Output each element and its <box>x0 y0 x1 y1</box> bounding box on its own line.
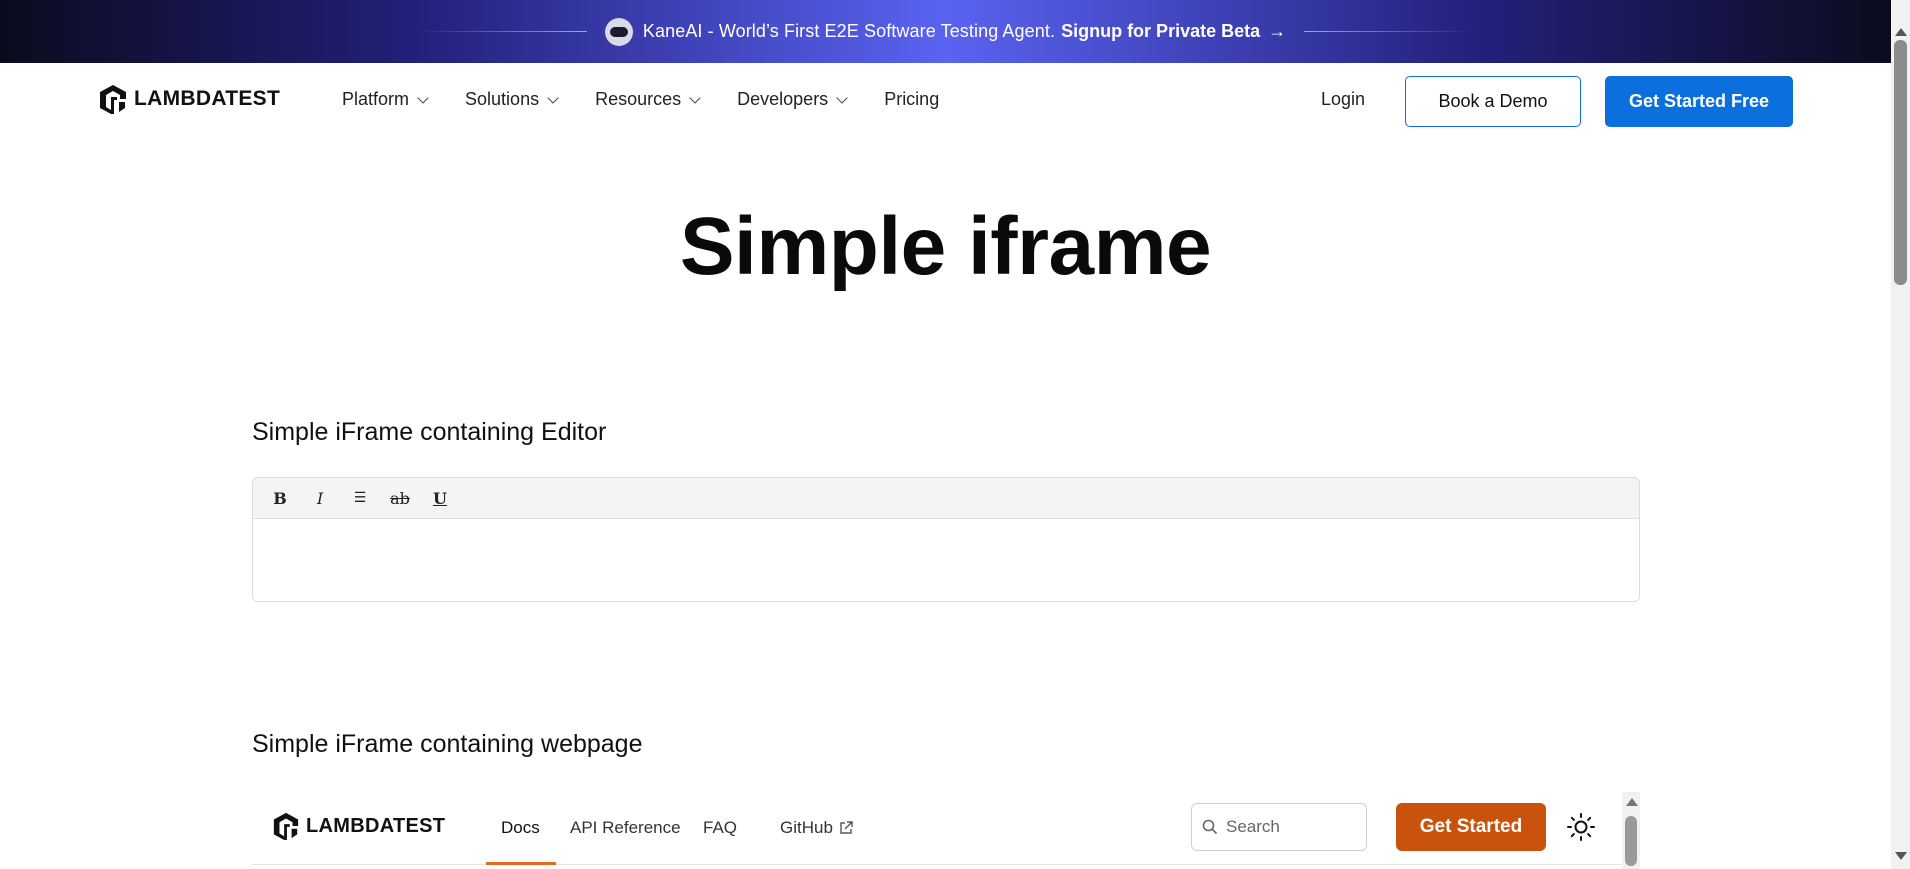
lambdatest-logo[interactable]: LAMBDATEST <box>98 83 280 115</box>
menu-item-developers[interactable]: Developers <box>737 89 848 110</box>
login-link[interactable]: Login <box>1321 89 1365 110</box>
docs-link[interactable]: Docs <box>501 818 540 838</box>
page-scrollbar[interactable] <box>1891 0 1910 869</box>
menu-item-pricing[interactable]: Pricing <box>884 89 939 110</box>
list-button[interactable]: ☰ <box>347 485 373 511</box>
arrow-right-icon: → <box>1268 21 1287 41</box>
menu-item-resources[interactable]: Resources <box>595 89 701 110</box>
menu-item-solutions[interactable]: Solutions <box>465 89 559 110</box>
strikethrough-button[interactable]: ab <box>387 485 413 511</box>
active-tab-indicator <box>486 862 556 865</box>
search-box[interactable]: Search <box>1191 803 1367 851</box>
get-started-button[interactable]: Get Started <box>1396 803 1546 851</box>
banner-signup-link[interactable]: Signup for Private Beta <box>1061 21 1260 42</box>
robot-icon <box>604 17 633 46</box>
logo-text: LAMBDATEST <box>134 87 281 110</box>
external-link-icon <box>840 821 853 834</box>
chevron-down-icon <box>689 91 701 104</box>
underline-button[interactable]: U <box>427 485 453 511</box>
iframe-scrollbar[interactable] <box>1622 792 1640 869</box>
chevron-down-icon <box>836 91 848 104</box>
chevron-down-icon <box>547 91 559 104</box>
chevron-down-icon <box>417 91 429 104</box>
api-reference-link[interactable]: API Reference <box>570 818 681 838</box>
banner-message: KaneAI - World’s First E2E Software Test… <box>642 21 1056 41</box>
main-navbar: LAMBDATEST Platform Solutions Resources … <box>0 63 1891 139</box>
menu-item-platform[interactable]: Platform <box>342 89 429 110</box>
italic-button[interactable]: I <box>307 485 333 511</box>
banner-divider-left <box>416 31 587 32</box>
lambdatest-logo-icon <box>100 85 126 114</box>
github-link[interactable]: GitHub <box>780 818 853 838</box>
section-heading-webpage: Simple iFrame containing webpage <box>252 730 643 758</box>
menu-item-label: Solutions <box>465 89 540 109</box>
scroll-up-arrow-icon[interactable] <box>1626 798 1638 806</box>
page-viewport: KaneAI - World’s First E2E Software Test… <box>0 0 1910 869</box>
book-demo-button[interactable]: Book a Demo <box>1405 76 1581 127</box>
editor-content-area[interactable] <box>253 519 1639 601</box>
faq-link[interactable]: FAQ <box>703 818 737 838</box>
page-scrollbar-thumb[interactable] <box>1894 40 1907 285</box>
search-icon <box>1202 819 1218 835</box>
github-link-label: GitHub <box>780 818 833 837</box>
lambdatest-logo-icon <box>273 812 299 840</box>
scroll-up-arrow-icon[interactable] <box>1895 28 1907 36</box>
embedded-webpage-iframe: LAMBDATEST Docs API Reference FAQ GitHub… <box>252 792 1640 869</box>
banner-divider-right <box>1304 31 1475 32</box>
page-title: Simple iframe <box>679 201 1212 292</box>
editor-toolbar: B I ☰ ab U <box>253 478 1639 519</box>
scroll-down-arrow-icon[interactable] <box>1895 852 1907 860</box>
announcement-banner[interactable]: KaneAI - World’s First E2E Software Test… <box>0 0 1891 63</box>
search-placeholder: Search <box>1226 817 1280 836</box>
menu-item-label: Resources <box>595 89 682 109</box>
logo-text: LAMBDATEST <box>306 814 446 837</box>
embedded-lambdatest-logo[interactable]: LAMBDATEST <box>272 811 445 841</box>
rich-text-editor: B I ☰ ab U <box>252 477 1640 602</box>
sun-icon[interactable] <box>1566 812 1596 842</box>
menu-item-label: Platform <box>342 89 410 109</box>
iframe-scrollbar-thumb[interactable] <box>1625 816 1637 866</box>
primary-menu: Platform Solutions Resources Developers … <box>342 89 977 110</box>
menu-item-label: Pricing <box>884 89 940 109</box>
menu-item-label: Developers <box>737 89 829 109</box>
section-heading-editor: Simple iFrame containing Editor <box>252 418 607 446</box>
get-started-free-button[interactable]: Get Started Free <box>1605 76 1793 127</box>
bold-button[interactable]: B <box>267 485 293 511</box>
embedded-navbar: LAMBDATEST Docs API Reference FAQ GitHub… <box>252 792 1622 865</box>
